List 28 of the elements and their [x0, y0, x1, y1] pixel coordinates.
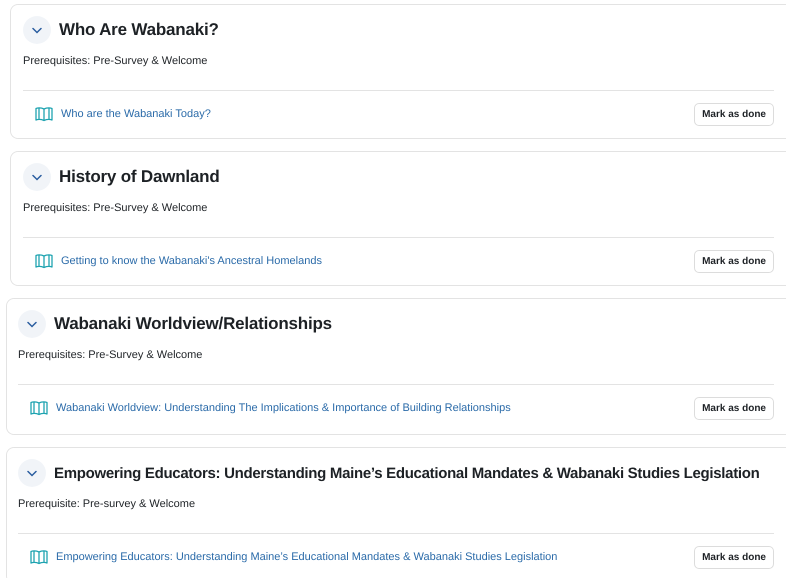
- book-icon: [30, 549, 48, 565]
- collapse-toggle[interactable]: [23, 163, 51, 191]
- section-title: Who Are Wabanaki?: [59, 20, 219, 40]
- chevron-icon: [32, 174, 42, 180]
- prerequisites-text: Prerequisites: Pre-Survey & Welcome: [18, 349, 774, 385]
- mark-as-done-button[interactable]: Mark as done: [694, 250, 774, 272]
- book-icon: [35, 106, 53, 122]
- activity-link[interactable]: Getting to know the Wabanaki's Ancestral Homelands: [61, 255, 686, 267]
- section-title: History of Dawnland: [59, 167, 220, 187]
- collapse-toggle[interactable]: [18, 310, 46, 338]
- section-title: Wabanaki Worldview/Relationships: [54, 314, 332, 334]
- book-icon: [30, 400, 48, 416]
- chevron-icon: [27, 320, 37, 328]
- chevron-icon: [32, 26, 42, 34]
- chevron-icon: [27, 470, 37, 476]
- mark-as-done-button[interactable]: Mark as done: [694, 102, 774, 126]
- prerequisites-text: Prerequisites: Pre-Survey & Welcome: [23, 55, 774, 91]
- prerequisites-text: Prerequisites: Pre-Survey & Welcome: [23, 202, 774, 238]
- mark-as-done-button[interactable]: Mark as done: [694, 396, 774, 420]
- activity-link[interactable]: Wabanaki Worldview: Understanding The Implications & Importance of Building Relationships: [56, 402, 686, 414]
- collapse-toggle[interactable]: [18, 459, 46, 487]
- section-title: Empowering Educators: Understanding Maine’s Educational Mandates & Wabanaki Studies Legislation: [54, 464, 760, 482]
- book-icon: [35, 253, 53, 269]
- activity-link[interactable]: Who are the Wabanaki Today?: [61, 108, 686, 120]
- mark-as-done-button[interactable]: Mark as done: [694, 546, 774, 568]
- activity-link[interactable]: Empowering Educators: Understanding Maine’s Educational Mandates & Wabanaki Studies Legislation: [56, 551, 686, 563]
- collapse-toggle[interactable]: [23, 16, 51, 44]
- prerequisites-text: Prerequisite: Pre-survey & Welcome: [18, 498, 774, 534]
